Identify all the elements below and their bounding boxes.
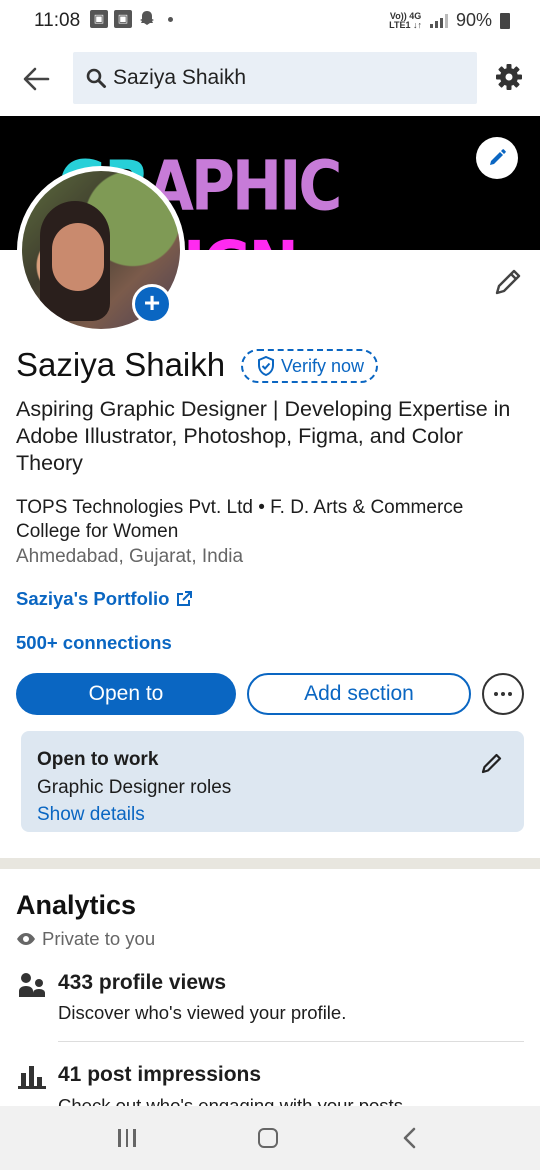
gallery-notification-icon: ▣	[114, 10, 132, 28]
analytics-privacy: Private to you	[16, 928, 155, 950]
add-photo-button[interactable]: +	[132, 284, 172, 324]
verify-now-label: Verify now	[281, 355, 365, 376]
open-to-work-roles: Graphic Designer roles	[37, 777, 232, 798]
battery-percent: 90%	[455, 10, 492, 30]
profile-organization: TOPS Technologies Pvt. Ltd • F. D. Arts …	[16, 497, 464, 542]
analytics-title: Analytics	[16, 890, 137, 920]
home-icon[interactable]	[258, 1128, 278, 1148]
recent-apps-icon[interactable]	[118, 1129, 138, 1147]
profile-location: Ahmedabad, Gujarat, India	[16, 546, 244, 567]
more-options-button[interactable]	[482, 673, 524, 715]
add-section-button[interactable]: Add section	[247, 673, 471, 715]
profile-name: Saziya Shaikh	[16, 346, 226, 383]
profile-views-link[interactable]: 433 profile views	[58, 971, 226, 995]
show-details-link[interactable]: Show details	[37, 804, 145, 826]
portfolio-label: Saziya's Portfolio	[16, 588, 170, 609]
search-icon	[86, 68, 106, 88]
more-dots-icon	[494, 692, 498, 696]
more-notifications-dot	[168, 16, 173, 22]
privacy-label: Private to you	[42, 928, 156, 949]
status-right: Vo)) 4G LTE1 ↓↑ 90%	[389, 10, 510, 31]
section-divider	[0, 858, 540, 869]
signal-icon	[429, 13, 448, 28]
settings-gear-icon[interactable]	[494, 62, 524, 92]
eye-icon	[17, 933, 35, 945]
connections-link[interactable]: 500+ connections	[16, 632, 172, 654]
system-navigation-bar	[0, 1106, 540, 1170]
notification-icons: ▣ ▣	[90, 10, 173, 28]
external-link-icon	[177, 591, 193, 606]
portfolio-link[interactable]: Saziya's Portfolio	[16, 588, 193, 610]
search-input[interactable]	[113, 66, 453, 90]
people-icon	[19, 973, 45, 997]
battery-icon	[500, 12, 510, 29]
profile-headline: Aspiring Graphic Designer | Developing E…	[16, 397, 511, 475]
bar-chart-icon	[18, 1066, 46, 1089]
profile-views-description: Discover who's viewed your profile.	[58, 1002, 347, 1023]
search-bar[interactable]	[73, 52, 477, 104]
open-to-button[interactable]: Open to	[16, 673, 236, 715]
open-to-work-title: Open to work	[37, 749, 159, 770]
analytics-separator	[58, 1041, 524, 1042]
shield-check-icon	[258, 356, 274, 376]
edit-open-to-work-pencil-icon[interactable]	[480, 751, 504, 775]
edit-banner-button[interactable]	[476, 137, 518, 179]
status-bar: 11:08 ▣ ▣ Vo)) 4G LTE1 ↓↑ 90%	[0, 0, 540, 44]
gallery-notification-icon: ▣	[90, 10, 108, 28]
verify-now-button[interactable]: Verify now	[241, 349, 379, 383]
edit-profile-pencil-icon[interactable]	[492, 266, 524, 298]
nav-back-icon[interactable]	[400, 1126, 420, 1150]
open-to-work-card[interactable]: Open to work Graphic Designer roles Show…	[21, 731, 524, 832]
status-time: 11:08	[34, 10, 81, 31]
post-impressions-link[interactable]: 41 post impressions	[58, 1063, 261, 1087]
network-bottom-label: LTE1 ↓↑	[389, 19, 422, 30]
top-bar	[0, 44, 540, 116]
pencil-icon	[490, 149, 506, 165]
snapchat-icon	[140, 11, 154, 25]
back-arrow-icon[interactable]	[18, 60, 56, 98]
network-indicator: Vo)) 4G LTE1 ↓↑	[389, 11, 422, 30]
post-impressions-description: Check out who's engaging with your posts…	[58, 1095, 409, 1106]
